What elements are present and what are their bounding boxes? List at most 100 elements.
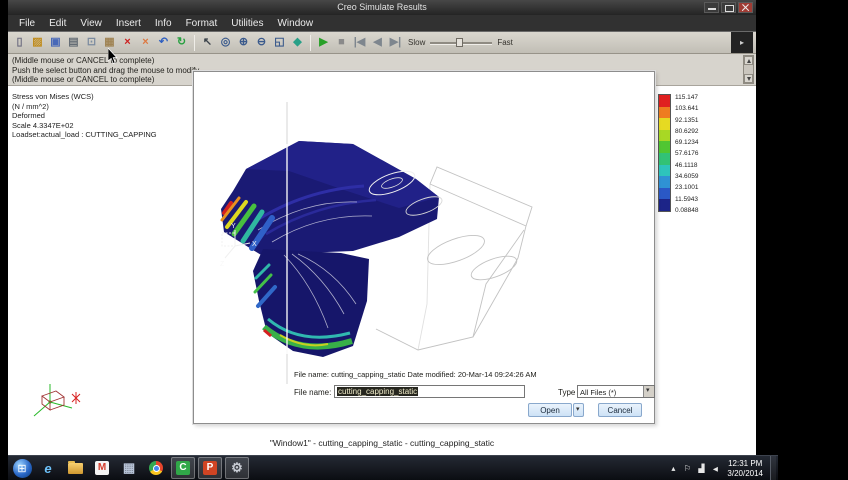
open-file-icon[interactable]: ▨ (29, 34, 46, 51)
chrome-icon[interactable] (144, 457, 168, 479)
file-name-value: cutting_capping_static (337, 387, 419, 396)
network-icon[interactable] (696, 464, 706, 473)
repaint-icon[interactable]: ◆ (289, 34, 306, 51)
open-button[interactable]: Open (528, 403, 572, 417)
action-center-flag-icon[interactable] (682, 464, 692, 473)
file-info-line: File name: cutting_capping_static Date m… (294, 370, 537, 379)
gmail-icon[interactable]: M (90, 457, 114, 479)
minimize-icon[interactable] (704, 2, 719, 13)
erase-icon[interactable]: × (137, 34, 154, 51)
internet-explorer-icon[interactable]: e (36, 457, 60, 479)
desktop: Creo Simulate Results File Edit View Ins… (8, 0, 778, 480)
message-scrollbar[interactable] (743, 55, 754, 84)
svg-text:Z: Z (220, 261, 225, 268)
legend-band-3 (659, 129, 670, 142)
toolbar-separator (194, 34, 195, 51)
scroll-down-icon[interactable] (744, 74, 753, 83)
zoom-in-icon[interactable]: ⊕ (235, 34, 252, 51)
open-options-arrow-icon[interactable] (573, 403, 584, 417)
result-legend-info: Stress von Mises (WCS) (N / mm^2) Deform… (12, 92, 157, 140)
save-icon[interactable]: ▣ (47, 34, 64, 51)
file-type-select[interactable]: All Files (*) (577, 385, 655, 398)
menu-item-insert[interactable]: Insert (109, 18, 148, 29)
close-icon[interactable] (738, 2, 753, 13)
legend-value: 92.1351 (675, 116, 699, 124)
legend-labels: 115.147 103.641 92.1351 80.6292 69.1234 57.61… (675, 94, 699, 214)
cancel-button[interactable]: Cancel (598, 403, 642, 417)
play-icon[interactable]: ▶ (315, 34, 332, 51)
menu-item-file[interactable]: File (12, 18, 42, 29)
legend-value: 23.1001 (675, 184, 699, 192)
select-arrow-icon[interactable]: ↖ (199, 34, 216, 51)
toolbar-separator (310, 34, 311, 51)
first-frame-icon[interactable]: |◀ (351, 34, 368, 51)
stop-icon[interactable]: ■ (333, 34, 350, 51)
toolbar-icons: ▯ ▨ ▣ ▤ ⊡ ▦ × × ↶ ↻ ↖ ◎ ⊕ ⊖ ◱ ◆ ▶ ■ |◀ ◀ ▶| (11, 34, 404, 51)
maximize-icon[interactable] (721, 2, 736, 13)
volume-icon[interactable] (710, 464, 720, 473)
legend-band-0 (659, 95, 670, 107)
menu-item-window[interactable]: Window (270, 18, 320, 29)
clock-time: 12:31 PM (728, 459, 763, 468)
window-title: Creo Simulate Results (337, 2, 427, 12)
legend-value: 69.1234 (675, 139, 699, 147)
prev-frame-icon[interactable]: ◀ (369, 34, 386, 51)
toolbar: ▯ ▨ ▣ ▤ ⊡ ▦ × × ↶ ↻ ↖ ◎ ⊕ ⊖ ◱ ◆ ▶ ■ |◀ ◀ ▶| Slow Fast (8, 31, 756, 54)
copy-icon[interactable]: ⊡ (83, 34, 100, 51)
title-bar[interactable]: Creo Simulate Results (8, 0, 756, 15)
delete-icon[interactable]: × (119, 34, 136, 51)
hidden-icons-chevron-icon[interactable] (668, 464, 678, 473)
spin-center-axes (33, 384, 81, 417)
result-deformed: Deformed (12, 111, 45, 120)
settings-gear-icon[interactable]: ⚙ (225, 457, 249, 479)
menu-item-utilities[interactable]: Utilities (224, 18, 270, 29)
start-button[interactable]: ⊞ (11, 457, 33, 479)
svg-text:Y: Y (231, 223, 236, 230)
scroll-up-icon[interactable] (744, 56, 753, 65)
fringe-legend: 115.147 103.641 92.1351 80.6292 69.1234 57.61… (658, 94, 699, 214)
toolbar-overflow-panel[interactable] (731, 32, 753, 53)
taskbar: ⊞e M▦ CP⚙ 12:31 PM 3/20/2014 (8, 455, 778, 480)
next-frame-icon[interactable]: ▶| (387, 34, 404, 51)
result-units: (N / mm^2) (12, 101, 49, 111)
result-quantity: Stress von Mises (WCS) (12, 92, 94, 101)
show-desktop-button[interactable] (770, 456, 776, 480)
video-frame: Creo Simulate Results File Edit View Ins… (0, 0, 848, 480)
file-type-label: Type (558, 388, 576, 397)
undo-icon[interactable]: ↶ (155, 34, 172, 51)
refit-icon[interactable]: ◱ (271, 34, 288, 51)
legend-bands (658, 94, 671, 212)
file-name-input[interactable]: cutting_capping_static (334, 385, 525, 398)
result-scale: Scale 4.3347E+02 (12, 120, 74, 130)
slider-thumb[interactable] (456, 38, 464, 47)
legend-value: 46.1118 (675, 161, 698, 169)
legend-band-9 (659, 199, 670, 211)
animation-slow-label: Slow (408, 38, 426, 47)
zoom-out-icon[interactable]: ⊖ (253, 34, 270, 51)
folder-explorer-icon[interactable] (63, 457, 87, 479)
deformed-model (220, 141, 443, 357)
animation-speed-slider[interactable] (430, 37, 493, 48)
legend-value: 34.6059 (675, 173, 699, 181)
menu-item-edit[interactable]: Edit (42, 18, 73, 29)
chevron-down-icon[interactable] (643, 386, 654, 397)
legend-band-6 (659, 164, 670, 177)
powerpoint-icon[interactable]: P (198, 457, 222, 479)
animation-fast-label: Fast (497, 38, 513, 47)
new-file-icon[interactable]: ▯ (11, 34, 28, 51)
mouse-cursor (108, 48, 118, 64)
menu-item-view[interactable]: View (73, 18, 109, 29)
creo-app-icon[interactable]: C (171, 457, 195, 479)
result-window[interactable]: Y X Z File name: cutting_capping_static Da… (193, 71, 655, 424)
refresh-icon[interactable]: ↻ (173, 34, 190, 51)
print-icon[interactable]: ▤ (65, 34, 82, 51)
legend-band-2 (659, 118, 670, 130)
menu-item-format[interactable]: Format (179, 18, 225, 29)
legend-value: 80.6292 (675, 127, 699, 135)
taskbar-clock[interactable]: 12:31 PM 3/20/2014 (724, 459, 766, 478)
zoom-box-icon[interactable]: ◎ (217, 34, 234, 51)
menu-item-info[interactable]: Info (148, 18, 179, 29)
clock-date: 3/20/2014 (727, 468, 763, 478)
media-app-icon[interactable]: ▦ (117, 457, 141, 479)
legend-value: 0.08848 (675, 206, 699, 214)
